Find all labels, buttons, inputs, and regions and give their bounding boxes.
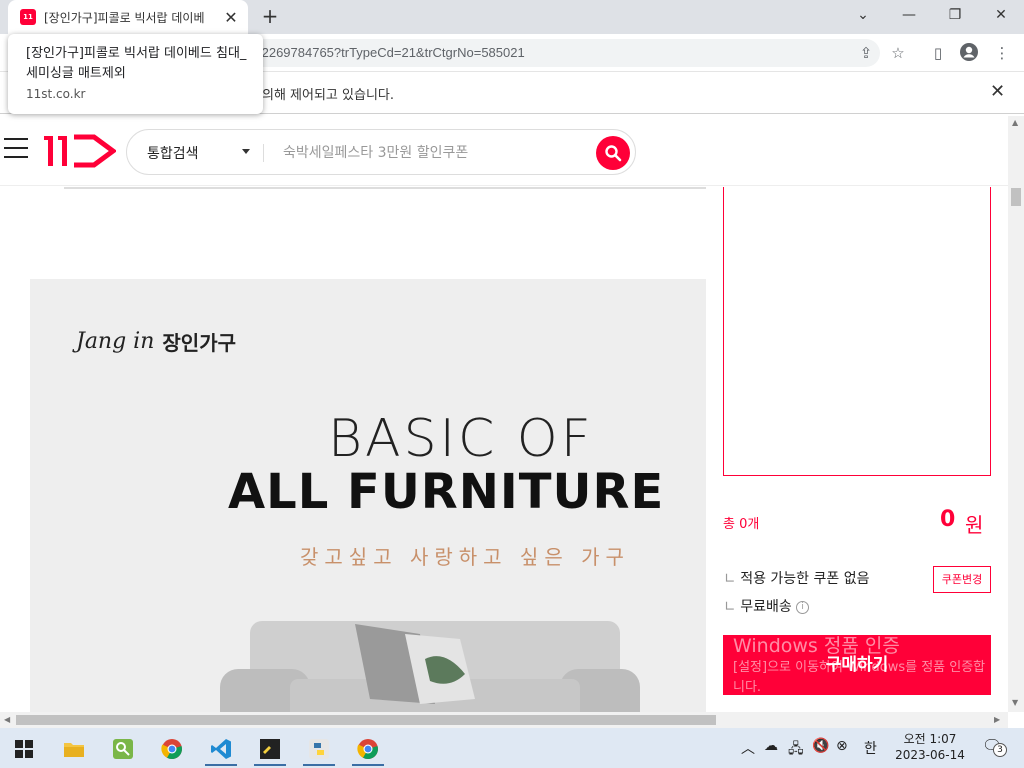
- folder-icon: [64, 743, 84, 757]
- scroll-left-icon[interactable]: ◀: [4, 715, 10, 724]
- cloud-icon[interactable]: ☁: [764, 738, 778, 754]
- url-text: /2269784765?trTypeCd=21&trCtgrNo=585021: [258, 45, 525, 60]
- chrome-app-button[interactable]: [152, 732, 192, 766]
- divider: [64, 187, 706, 189]
- scroll-down-icon[interactable]: ▼: [1012, 698, 1018, 707]
- infobar-text: 의해 제어되고 있습니다.: [262, 88, 394, 103]
- sofa-image: [220, 621, 640, 712]
- total-unit: 원: [965, 513, 984, 537]
- brand-script-text: Jang in: [76, 329, 155, 354]
- chrome-icon: [357, 739, 378, 760]
- hamburger-menu-icon[interactable]: [4, 138, 28, 160]
- restore-button[interactable]: ❐: [932, 0, 978, 30]
- vscode-icon: [211, 739, 231, 759]
- option-select-panel: [723, 187, 991, 476]
- bullet-icon: ∟: [724, 599, 741, 615]
- horizontal-scroll-thumb[interactable]: [16, 715, 716, 725]
- python-icon: [309, 739, 329, 759]
- window-close-button[interactable]: ✕: [978, 0, 1024, 30]
- notification-badge: 3: [993, 743, 1007, 757]
- site-logo[interactable]: [44, 134, 118, 172]
- note-icon: [260, 739, 280, 759]
- file-explorer-button[interactable]: [54, 732, 94, 766]
- brand-logo: Jang in 장인가구: [76, 327, 236, 356]
- scroll-right-icon[interactable]: ▶: [994, 715, 1000, 724]
- tooltip-title: [장인가구]피콜로 빅서랍 데이베드 침대_세미싱글 매트제외: [26, 46, 247, 81]
- bullet-icon: ∟: [724, 571, 741, 587]
- bookmark-star-icon[interactable]: ☆: [887, 42, 909, 64]
- site-header: 통합검색: [0, 116, 1008, 186]
- volume-muted-icon[interactable]: 🔇: [812, 738, 829, 754]
- vertical-scroll-thumb[interactable]: [1011, 188, 1021, 206]
- start-button[interactable]: [4, 732, 44, 766]
- maps-app-button[interactable]: [103, 732, 143, 766]
- tooltip-domain: 11st.co.kr: [26, 87, 86, 101]
- new-tab-button[interactable]: +: [258, 4, 282, 28]
- minimize-button[interactable]: —: [886, 0, 932, 30]
- search-bar: 통합검색: [126, 129, 636, 175]
- tab-hover-tooltip: [장인가구]피콜로 빅서랍 데이베드 침대_세미싱글 매트제외 11st.co.…: [8, 34, 263, 114]
- product-banner-image: Jang in 장인가구 BASIC OF ALL FURNITURE 갖고싶고…: [30, 279, 706, 712]
- network-icon[interactable]: 🖧: [788, 738, 804, 762]
- notes-app-button[interactable]: [250, 732, 290, 766]
- coupon-text: 적용 가능한 쿠폰 없음: [740, 571, 870, 587]
- coupon-change-button[interactable]: 쿠폰변경: [933, 566, 991, 593]
- vscode-app-button[interactable]: [201, 732, 241, 766]
- clock-date: 2023-06-14: [895, 748, 965, 762]
- menu-icon[interactable]: ⋮: [991, 42, 1013, 64]
- ime-indicator[interactable]: 한: [864, 738, 877, 758]
- side-panel-icon[interactable]: ▯: [927, 42, 949, 64]
- favicon-icon: 11: [20, 9, 36, 25]
- search-icon: [605, 145, 622, 162]
- tab-title: [장인가구]피콜로 빅서랍 데이베: [44, 10, 205, 25]
- headline-line2: ALL FURNITURE: [228, 464, 665, 520]
- info-icon[interactable]: i: [796, 600, 810, 614]
- search-category-select[interactable]: 통합검색: [147, 143, 199, 163]
- windows-taskbar: ︿ ☁ 🖧 🔇 ⊗ 한 오전 1:07 2023-06-14 🗨 3: [0, 728, 1024, 768]
- browser-tab[interactable]: 11 [장인가구]피콜로 빅서랍 데이베 ✕: [8, 0, 248, 34]
- chrome-icon: [161, 739, 182, 760]
- tab-strip: 11 [장인가구]피콜로 빅서랍 데이베 ✕ + ⌄ — ❐ ✕: [0, 0, 1024, 34]
- banner-tagline: 갖고싶고 사랑하고 싶은 가구: [300, 545, 630, 569]
- brand-korean-text: 장인가구: [162, 331, 236, 355]
- close-icon[interactable]: ✕: [222, 8, 240, 27]
- buy-button[interactable]: 구매하기: [723, 635, 991, 695]
- chevron-up-icon[interactable]: ︿: [741, 738, 755, 758]
- search-button[interactable]: [596, 136, 630, 170]
- blocked-icon[interactable]: ⊗: [836, 738, 848, 754]
- chevron-down-icon[interactable]: [242, 149, 250, 154]
- total-amount: 0: [940, 507, 956, 532]
- clock-time: 오전 1:07: [903, 732, 957, 746]
- profile-icon[interactable]: [958, 42, 980, 64]
- share-icon[interactable]: ⇪: [855, 42, 877, 64]
- coupon-status: ∟ 적용 가능한 쿠폰 없음: [724, 568, 869, 588]
- chrome-active-button[interactable]: [348, 732, 388, 766]
- scroll-up-icon[interactable]: ▲: [1012, 118, 1018, 127]
- map-icon: [113, 739, 133, 759]
- infobar-close-icon[interactable]: ✕: [990, 81, 1005, 102]
- vertical-scrollbar[interactable]: ▲ ▼: [1008, 116, 1024, 712]
- shipping-text: 무료배송: [740, 599, 792, 615]
- windows-icon: [15, 740, 33, 758]
- shipping-info: ∟ 무료배송 i: [724, 596, 810, 616]
- page-content: Jang in 장인가구 BASIC OF ALL FURNITURE 갖고싶고…: [0, 187, 1008, 712]
- search-divider: [263, 144, 264, 162]
- clock[interactable]: 오전 1:07 2023-06-14: [895, 731, 965, 763]
- headline-line1: BASIC OF: [328, 409, 594, 469]
- total-count-label: 총 0개: [723, 517, 760, 532]
- horizontal-scrollbar[interactable]: ◀ ▶: [0, 712, 1008, 728]
- python-app-button[interactable]: [299, 732, 339, 766]
- tab-search-icon[interactable]: ⌄: [840, 0, 886, 30]
- search-input[interactable]: [283, 142, 583, 164]
